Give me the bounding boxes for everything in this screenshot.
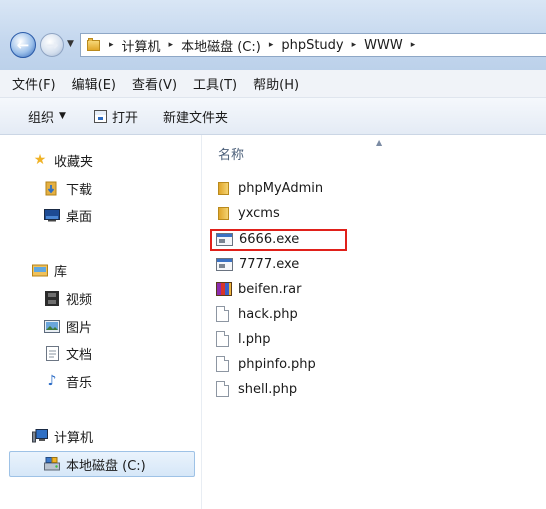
folder-icon (216, 205, 232, 221)
file-row[interactable]: yxcms (216, 202, 280, 224)
file-name: yxcms (238, 205, 280, 221)
music-note-icon: ♪ (47, 373, 57, 389)
file-name: beifen.rar (238, 281, 302, 297)
file-name: phpMyAdmin (238, 180, 324, 196)
highlight-annotation-box (210, 229, 347, 251)
crumb-separator-icon[interactable]: ▸ (269, 40, 274, 50)
crumb-separator-icon[interactable]: ▸ (411, 40, 416, 50)
new-folder-button[interactable]: 新建文件夹 (163, 107, 228, 126)
folder-icon (87, 38, 101, 52)
nav-item-desktop[interactable]: 桌面 (44, 204, 92, 226)
file-list: ▲ 名称 phpMyAdmin yxcms 6666.exe 7777.exe … (202, 135, 546, 509)
address-bar-area: ← → ▼ ▸ 计算机 ▸ 本地磁盘 (C:) ▸ phpStudy ▸ WWW… (0, 0, 546, 70)
menu-help[interactable]: 帮助(H) (245, 74, 307, 93)
open-label: 打开 (111, 110, 138, 126)
video-icon (44, 290, 60, 306)
menu-file[interactable]: 文件(F) (0, 74, 64, 93)
back-button[interactable]: ← (10, 32, 36, 58)
php-file-icon (216, 331, 229, 347)
nav-item-music[interactable]: ♪ 音乐 (44, 370, 92, 392)
file-row[interactable]: shell.php (216, 378, 297, 400)
nav-label: 文档 (66, 347, 93, 363)
file-name: shell.php (238, 381, 298, 397)
file-row[interactable]: hack.php (216, 303, 298, 325)
php-file-icon (216, 306, 229, 322)
recent-pages-dropdown-icon[interactable]: ▼ (67, 39, 77, 49)
crumb-separator-icon[interactable]: ▸ (109, 40, 114, 50)
libraries-icon (32, 262, 48, 278)
menu-view[interactable]: 查看(V) (124, 74, 185, 93)
breadcrumb-phpstudy[interactable]: phpStudy (281, 38, 343, 53)
desktop-icon (44, 207, 60, 223)
nav-item-downloads[interactable]: 下载 (44, 177, 92, 199)
nav-item-videos[interactable]: 视频 (44, 287, 92, 309)
nav-item-computer[interactable]: 计算机 (32, 425, 93, 447)
file-row[interactable]: phpMyAdmin (216, 177, 323, 199)
file-row[interactable]: beifen.rar (216, 278, 301, 300)
nav-item-libraries[interactable]: 库 (32, 259, 67, 281)
sort-ascending-icon: ▲ (376, 138, 383, 147)
open-button[interactable]: 打开 (93, 107, 138, 126)
star-icon: ★ (33, 152, 47, 168)
file-name: l.php (238, 331, 271, 347)
menu-edit[interactable]: 编辑(E) (64, 74, 124, 93)
crumb-separator-icon[interactable]: ▸ (352, 40, 357, 50)
drive-icon (44, 456, 60, 472)
file-row[interactable]: l.php (216, 328, 271, 350)
breadcrumb-local-disk[interactable]: 本地磁盘 (C:) (181, 36, 261, 55)
file-name: 7777.exe (239, 256, 300, 272)
nav-label: 下载 (66, 182, 93, 198)
breadcrumb-computer[interactable]: 计算机 (122, 36, 161, 55)
open-icon (93, 109, 107, 123)
navigation-pane: ★ 收藏夹 下载 桌面 库 视频 图片 文档 ♪ 音乐 计算机 本地磁盘 (C:… (0, 135, 201, 509)
command-toolbar: 组织 ▼ 打开 新建文件夹 (0, 98, 546, 135)
organize-label: 组织 (28, 110, 55, 126)
nav-label: 音乐 (66, 375, 93, 391)
file-name: phpinfo.php (238, 356, 316, 372)
nav-label: 桌面 (66, 209, 93, 225)
rar-icon (216, 282, 232, 296)
php-file-icon (216, 356, 229, 372)
nav-item-local-disk[interactable]: 本地磁盘 (C:) (9, 451, 195, 477)
breadcrumb-www[interactable]: WWW (364, 38, 403, 53)
file-row[interactable]: 7777.exe (216, 253, 299, 275)
nav-item-pictures[interactable]: 图片 (44, 315, 92, 337)
menu-tools[interactable]: 工具(T) (185, 74, 245, 93)
file-row[interactable]: phpinfo.php (216, 353, 316, 375)
nav-label: 视频 (66, 292, 93, 308)
organize-button[interactable]: 组织 ▼ (28, 107, 66, 126)
menu-bar: 文件(F) 编辑(E) 查看(V) 工具(T) 帮助(H) (0, 70, 546, 98)
forward-button[interactable]: → (40, 33, 64, 57)
computer-icon (32, 428, 48, 444)
nav-label: 库 (54, 264, 68, 280)
file-name: hack.php (238, 306, 298, 322)
php-file-icon (216, 381, 229, 397)
nav-item-documents[interactable]: 文档 (44, 342, 92, 364)
documents-icon (44, 345, 60, 361)
nav-item-favorites[interactable]: ★ 收藏夹 (32, 149, 93, 171)
nav-label: 图片 (66, 320, 93, 336)
nav-label: 收藏夹 (54, 154, 94, 170)
column-header-name[interactable]: 名称 (218, 144, 244, 163)
breadcrumb[interactable]: ▸ 计算机 ▸ 本地磁盘 (C:) ▸ phpStudy ▸ WWW ▸ (80, 33, 546, 57)
nav-label: 计算机 (54, 430, 94, 446)
folder-icon (216, 180, 232, 196)
downloads-folder-icon (44, 180, 60, 196)
chevron-down-icon: ▼ (59, 111, 66, 121)
exe-icon (216, 258, 233, 271)
pictures-icon (44, 318, 60, 334)
crumb-separator-icon[interactable]: ▸ (169, 40, 174, 50)
nav-label: 本地磁盘 (C:) (66, 458, 146, 474)
